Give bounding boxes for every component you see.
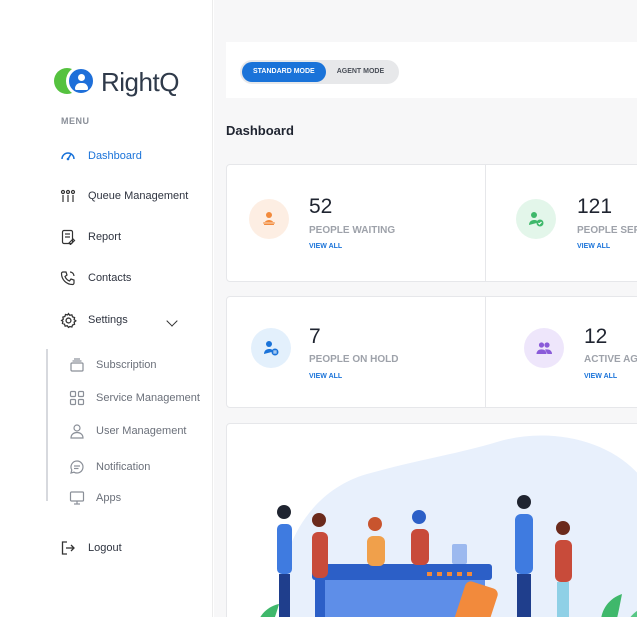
stat-value: 12 [584,325,608,348]
brand-logo[interactable]: RightQ [54,66,179,98]
sidebar-item-settings[interactable]: Settings [59,311,128,329]
logo-icon [54,66,96,98]
queue-people-icon [59,187,77,205]
grid-icon [68,389,86,407]
stat-people-waiting: 52 PEOPLE WAITING VIEW ALL [227,165,485,281]
sidebar-subitem-service-management[interactable]: Service Management [68,389,200,407]
logout-button[interactable]: Logout [59,539,122,557]
illustration-card [226,423,637,617]
stat-label: PEOPLE WAITING [309,225,396,236]
sidebar-item-dashboard[interactable]: Dashboard [59,147,142,165]
stat-people-on-hold: 7 PEOPLE ON HOLD VIEW ALL [227,297,485,407]
stat-label: PEOPLE ON HOLD [309,354,399,365]
brand-name: RightQ [101,66,179,97]
sidebar-item-label: Report [88,231,122,243]
stat-active-agents: 12 ACTIVE AGE VIEW ALL [486,297,637,407]
queue-reception-illustration [260,435,637,617]
stat-value: 121 [577,195,613,218]
sidebar: RightQ MENU Dashboard Queue Management R… [0,0,213,617]
menu-title: MENU [61,116,90,126]
mode-toggle[interactable]: STANDARD MODE AGENT MODE [240,60,399,84]
stats-card-row-2: 7 PEOPLE ON HOLD VIEW ALL 12 ACTIVE AGE … [226,296,637,408]
agents-icon [524,328,564,368]
gear-icon [59,311,77,329]
sidebar-subitem-label: Service Management [96,392,200,404]
stat-label: ACTIVE AGE [584,354,637,365]
stat-value: 7 [309,325,321,348]
chat-bubble-icon [68,458,86,476]
stats-card-row-1: 52 PEOPLE WAITING VIEW ALL 121 PEOPLE SE… [226,164,637,282]
view-all-link[interactable]: VIEW ALL [309,373,342,380]
stat-people-served: 121 PEOPLE SER VIEW ALL [486,165,637,281]
sidebar-subitem-user-management[interactable]: User Management [68,422,187,440]
sidebar-item-label: Contacts [88,272,132,284]
stat-value: 52 [309,195,333,218]
sidebar-item-queue-management[interactable]: Queue Management [59,187,188,205]
report-icon [59,228,77,246]
chevron-down-icon[interactable] [166,315,178,327]
person-served-icon [516,199,556,239]
user-icon [68,422,86,440]
sidebar-subitem-label: Apps [96,492,122,504]
sidebar-subitem-label: User Management [96,425,187,437]
subscription-icon [68,356,86,374]
main-content: STANDARD MODE AGENT MODE Dashboard 52 PE… [214,0,637,617]
page-title: Dashboard [226,123,294,138]
sidebar-subitem-apps[interactable]: Apps [68,489,121,507]
sidebar-item-report[interactable]: Report [59,228,121,246]
view-all-link[interactable]: VIEW ALL [577,243,610,250]
gauge-icon [59,147,77,165]
standard-mode-button[interactable]: STANDARD MODE [242,62,326,82]
phone-icon [59,269,77,287]
logout-label: Logout [88,542,122,554]
sidebar-item-label: Settings [88,314,128,326]
person-waiting-icon [249,199,289,239]
sidebar-item-label: Queue Management [88,190,189,202]
agent-mode-button[interactable]: AGENT MODE [326,62,395,82]
logout-icon [59,539,77,557]
stat-label: PEOPLE SER [577,225,637,236]
submenu-guide-line [46,349,48,501]
sidebar-item-contacts[interactable]: Contacts [59,269,131,287]
sidebar-subitem-label: Subscription [96,359,157,371]
view-all-link[interactable]: VIEW ALL [584,373,617,380]
monitor-icon [68,489,86,507]
sidebar-subitem-notification[interactable]: Notification [68,458,150,476]
person-hold-icon [251,328,291,368]
sidebar-subitem-subscription[interactable]: Subscription [68,356,157,374]
sidebar-item-label: Dashboard [88,150,142,162]
sidebar-subitem-label: Notification [96,461,151,473]
view-all-link[interactable]: VIEW ALL [309,243,342,250]
